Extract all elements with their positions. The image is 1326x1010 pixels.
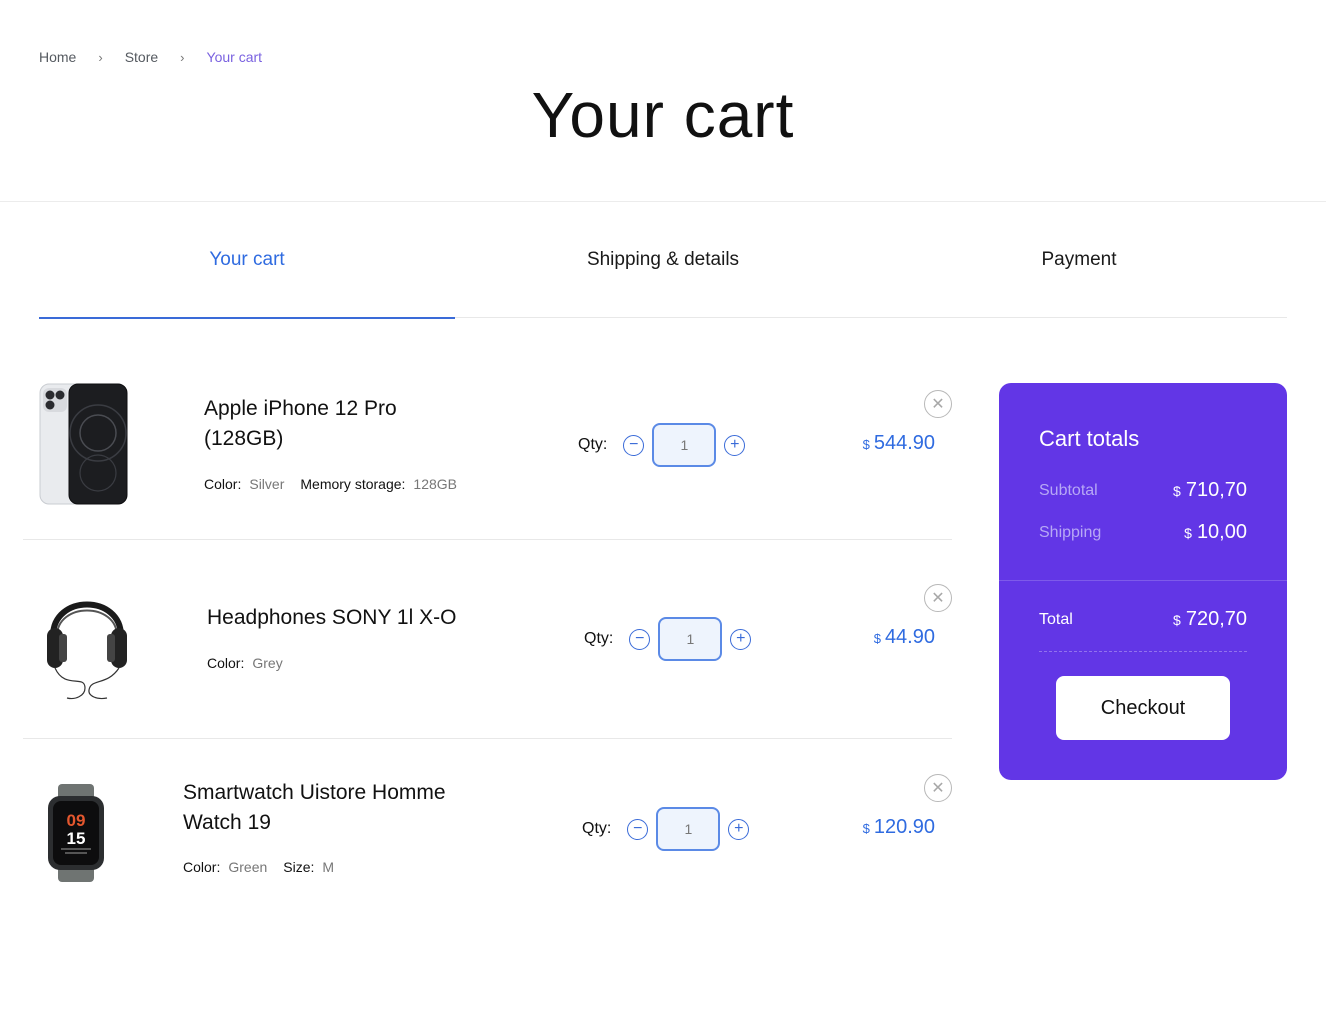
smartwatch-image: 09 15 [48, 784, 104, 882]
quantity-input[interactable]: 1 [658, 617, 723, 661]
product-name: Headphones SONY 1l X-O [207, 603, 456, 633]
tab-shipping-details[interactable]: Shipping & details [455, 202, 871, 317]
cart-item: 09 15 Smartwatch Uistore Homme Watch 19 … [23, 739, 952, 919]
breadcrumb: Home › Store › Your cart [39, 49, 262, 65]
attr-value: Silver [249, 476, 285, 492]
headphones-image [47, 601, 127, 700]
minus-icon[interactable]: − [629, 628, 651, 650]
currency-symbol: $ [862, 437, 870, 452]
chevron-right-icon: › [98, 49, 103, 65]
tab-your-cart[interactable]: Your cart [39, 202, 455, 319]
total-amount: 720,70 [1185, 608, 1247, 630]
cart-item: Apple iPhone 12 Pro (128GB) Color: Silve… [23, 360, 952, 540]
breadcrumb-current: Your cart [206, 49, 263, 65]
shipping-value: $10,00 [1184, 521, 1247, 544]
cart-totals-panel: Cart totals Subtotal $710,70 Shipping $1… [999, 383, 1287, 780]
product-name: Apple iPhone 12 Pro (128GB) [204, 394, 397, 454]
item-price: $544.90 [863, 432, 935, 455]
quantity-input[interactable]: 1 [656, 807, 721, 851]
remove-item-icon[interactable]: ✕ [924, 584, 952, 612]
attr-key: Memory storage: [300, 476, 406, 492]
attr-value: Green [228, 859, 268, 875]
cart-totals-title: Cart totals [1039, 426, 1140, 451]
plus-icon[interactable]: + [730, 628, 752, 650]
breadcrumb-home[interactable]: Home [39, 49, 76, 65]
tab-payment[interactable]: Payment [871, 202, 1287, 317]
minus-icon[interactable]: − [623, 434, 645, 456]
chevron-right-icon: › [180, 49, 185, 65]
quantity-stepper: Qty: − 1 + [582, 807, 750, 851]
divider [999, 580, 1287, 581]
minus-icon[interactable]: − [627, 818, 649, 840]
product-name-line1: Smartwatch Uistore Homme [183, 781, 446, 804]
shipping-amount: 10,00 [1196, 521, 1247, 543]
qty-label: Qty: [578, 436, 608, 453]
breadcrumb-store[interactable]: Store [125, 49, 158, 65]
attr-key: Color: [204, 476, 242, 492]
attr-value: M [322, 859, 335, 875]
iphone-image [39, 383, 128, 505]
watch-hours: 09 [67, 811, 86, 830]
item-price: $44.90 [874, 626, 935, 649]
subtotal-amount: 710,70 [1185, 479, 1247, 501]
product-name-line1: Apple iPhone 12 Pro [204, 397, 397, 420]
plus-icon[interactable]: + [728, 818, 750, 840]
shipping-label: Shipping [1039, 523, 1102, 541]
attr-key: Color: [207, 655, 245, 671]
checkout-steps: Your cart Shipping & details Payment [39, 202, 1287, 319]
divider [1039, 651, 1247, 652]
currency-symbol: $ [1173, 612, 1181, 628]
quantity-stepper: Qty: − 1 + [578, 423, 746, 467]
page-title: Your cart [531, 79, 795, 151]
price-value: 44.90 [884, 626, 935, 648]
total-label: Total [1039, 610, 1073, 628]
product-attributes: Color: Silver Memory storage: 128GB [204, 476, 473, 492]
subtotal-row: Subtotal $710,70 [1039, 479, 1247, 502]
attr-key: Color: [183, 859, 221, 875]
product-attributes: Color: Grey [207, 655, 299, 671]
remove-item-icon[interactable]: ✕ [924, 774, 952, 802]
subtotal-label: Subtotal [1039, 481, 1098, 499]
qty-label: Qty: [584, 630, 614, 647]
subtotal-value: $710,70 [1173, 479, 1247, 502]
qty-label: Qty: [582, 820, 612, 837]
price-value: 544.90 [873, 432, 935, 454]
product-name-line2: Watch 19 [183, 811, 271, 834]
total-value: $720,70 [1173, 608, 1247, 631]
cart-item: Headphones SONY 1l X-O Color: Grey Qty: … [23, 540, 952, 739]
product-name-line1: Headphones SONY 1l X-O [207, 606, 457, 629]
quantity-input[interactable]: 1 [652, 423, 717, 467]
attr-value: 128GB [413, 476, 458, 492]
attr-key: Size: [283, 859, 315, 875]
plus-icon[interactable]: + [724, 434, 746, 456]
product-name: Smartwatch Uistore Homme Watch 19 [183, 778, 446, 838]
remove-item-icon[interactable]: ✕ [924, 390, 952, 418]
watch-minutes: 15 [67, 829, 86, 848]
product-name-line2: (128GB) [204, 427, 284, 450]
product-attributes: Color: Green Size: M [183, 859, 350, 875]
currency-symbol: $ [862, 821, 870, 836]
price-value: 120.90 [873, 816, 935, 838]
currency-symbol: $ [873, 631, 881, 646]
total-row: Total $720,70 [1039, 608, 1247, 631]
currency-symbol: $ [1173, 483, 1181, 499]
attr-value: Grey [252, 655, 283, 671]
quantity-stepper: Qty: − 1 + [584, 617, 752, 661]
checkout-button[interactable]: Checkout [1056, 676, 1230, 740]
item-price: $120.90 [863, 816, 935, 839]
shipping-row: Shipping $10,00 [1039, 521, 1247, 544]
currency-symbol: $ [1184, 525, 1192, 541]
